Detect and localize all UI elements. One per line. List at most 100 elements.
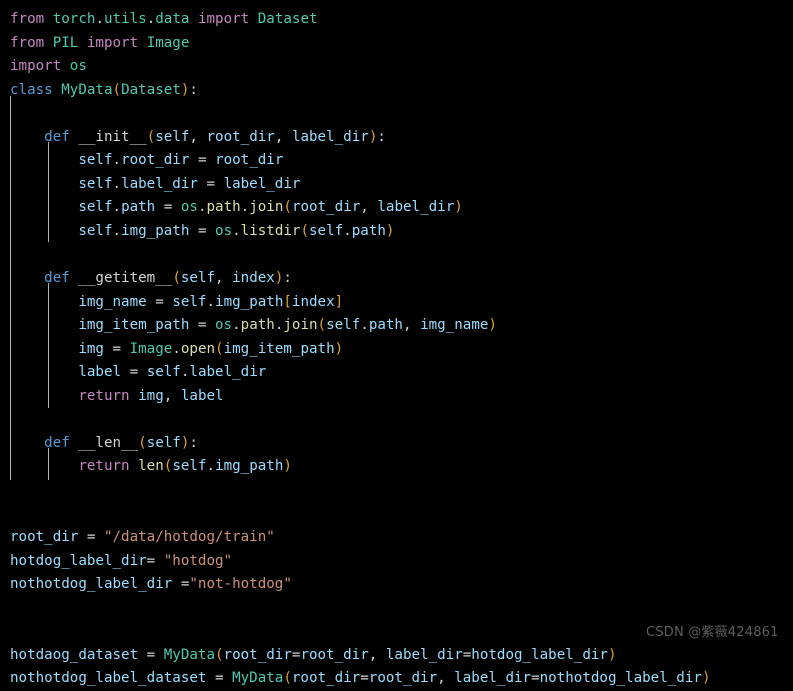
code-token: "/data/hotdog/train" [103,529,275,546]
code-token: ( [215,646,224,663]
code-line[interactable]: from torch.utils.data import Dataset [0,8,793,32]
code-token: . [172,340,181,357]
code-line[interactable]: img_name = self.img_path[index] [0,291,793,315]
code-token: self [146,364,181,381]
code-line[interactable]: nothotdog_label_dir ="not-hotdog" [0,573,793,597]
code-line[interactable]: def __init__(self, root_dir, label_dir): [0,126,793,150]
code-token: . [232,222,241,239]
code-token: label_dir [377,199,455,216]
code-token: def [44,434,70,451]
code-token: PIL [52,34,79,51]
code-token: label_dir [223,175,301,192]
code-token: root_dir [223,646,292,663]
code-line[interactable]: label = self.label_dir [0,361,793,385]
code-line[interactable]: hotdaog_dataset = MyData(root_dir=root_d… [0,644,793,668]
code-line[interactable]: self.label_dir = label_dir [0,173,793,197]
code-token: ( [146,128,156,145]
code-token: nothotdog_label_dataset [10,670,207,687]
code-token: self [146,434,181,451]
code-token: , [360,199,378,216]
code-token: from [10,34,45,51]
code-line[interactable]: self.path = os.path.join(root_dir, label… [0,196,793,220]
code-token: : [189,81,198,98]
code-token: ] [334,293,344,310]
code-token: path [206,199,241,216]
code-line[interactable]: img = Image.open(img_item_path) [0,338,793,362]
code-token: , [368,646,386,663]
code-token: img_name [420,317,489,334]
code-line[interactable] [0,102,793,126]
code-token: : [377,128,386,145]
code-line[interactable] [0,408,793,432]
code-token: listdir [240,222,301,239]
code-line[interactable] [0,620,793,644]
code-token: def [44,128,70,145]
code-token: return [78,387,130,404]
code-token: "hotdog" [163,552,233,569]
code-token: os [215,222,233,239]
code-token: . [232,317,241,334]
code-line[interactable]: def __getitem__(self, index): [0,267,793,291]
code-token: ) [283,458,292,475]
code-token: , [163,387,181,404]
code-token: = [531,670,540,687]
code-token: Image [129,340,173,357]
code-token: = [462,646,472,663]
code-token: index [291,293,335,310]
code-line[interactable]: import os [0,55,793,79]
code-token: . [146,11,156,27]
code-token: root_dir [206,128,275,145]
code-token: torch [52,11,96,27]
code-token: ( [215,340,224,357]
code-line[interactable]: from PIL import Image [0,32,793,56]
code-token: self [78,175,113,192]
code-token: self [172,293,207,310]
code-content[interactable]: from torch.utils.data import Dataset from… [0,8,793,691]
code-line[interactable]: def __len__(self): [0,432,793,456]
code-token: = [197,175,224,192]
code-editor[interactable]: from torch.utils.data import Dataset from… [0,0,793,686]
code-line[interactable]: return img, label [0,385,793,409]
code-token: root_dir [215,152,284,169]
code-token: root_dir [10,529,79,546]
code-token: = [146,552,164,569]
code-token: utils [103,11,147,27]
code-token: , [189,128,207,145]
code-line[interactable]: root_dir = "/data/hotdog/train" [0,526,793,550]
code-token: ) [454,199,463,216]
code-token: join [249,199,284,216]
code-line[interactable]: return len(self.img_path) [0,455,793,479]
code-line[interactable]: self.img_path = os.listdir(self.path) [0,220,793,244]
code-token: img_path [215,458,284,475]
code-line[interactable] [0,243,793,267]
code-token: self [309,222,344,239]
code-token: path [351,222,386,239]
code-line[interactable]: self.root_dir = root_dir [0,149,793,173]
code-line[interactable] [0,479,793,503]
code-token: ( [112,81,122,98]
code-token: . [112,152,122,169]
code-line[interactable]: class MyData(Dataset): [0,79,793,103]
code-line[interactable] [0,502,793,526]
code-token: self [78,152,113,169]
code-line[interactable]: img_item_path = os.path.join(self.path, … [0,314,793,338]
code-token: MyData [61,81,113,98]
code-line[interactable] [0,597,793,621]
code-token: . [240,199,250,216]
code-token: root_dir [368,670,438,687]
code-line[interactable]: hotdog_label_dir= "hotdog" [0,550,793,574]
code-token: def [44,270,70,287]
code-token: = [103,340,130,357]
code-token: path [121,199,156,216]
code-token: ( [300,222,310,239]
code-line[interactable]: nothotdog_label_dataset = MyData(root_di… [0,667,793,691]
code-token: img [138,387,164,404]
code-token: label_dir [385,646,463,663]
